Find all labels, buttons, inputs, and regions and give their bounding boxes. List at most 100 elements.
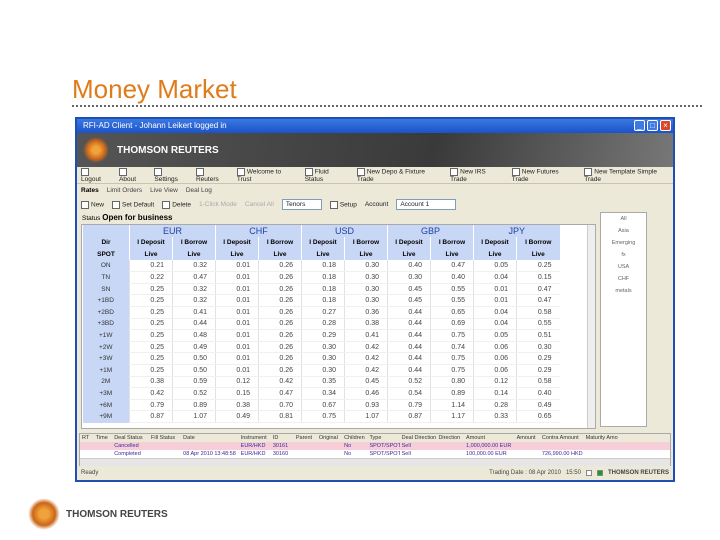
rate-cell[interactable]: 1.14 — [430, 399, 474, 412]
rate-cell[interactable]: 0.05 — [473, 260, 517, 273]
rate-cell[interactable]: 0.01 — [473, 283, 517, 296]
toolbar-button[interactable]: New Depo & Fixture Trade — [356, 167, 441, 183]
rate-cell[interactable]: 0.30 — [301, 341, 345, 354]
rate-cell[interactable]: 0.52 — [387, 376, 431, 389]
column-header[interactable]: ID — [271, 434, 294, 442]
deal-row[interactable]: Cancelled EUR/HKD 30161 No SPOT/SPOT Sell 1,00… — [80, 442, 670, 450]
close-button[interactable]: × — [660, 120, 671, 131]
column-header[interactable]: Deal Direction — [400, 434, 437, 442]
rate-cell[interactable]: 0.65 — [430, 306, 474, 319]
rate-cell[interactable]: 0.42 — [258, 376, 302, 389]
rate-cell[interactable]: 0.36 — [344, 306, 388, 319]
column-header[interactable]: Deal Status — [112, 434, 149, 442]
rate-cell[interactable]: 0.93 — [344, 399, 388, 412]
rate-cell[interactable]: 0.01 — [215, 364, 259, 377]
account-select[interactable]: Account 1 — [396, 199, 457, 210]
rate-cell[interactable]: 0.26 — [258, 283, 302, 296]
rate-cell[interactable]: 0.65 — [516, 410, 560, 423]
tab-deal-log[interactable]: Deal Log — [186, 187, 212, 194]
rate-cell[interactable]: 0.30 — [344, 283, 388, 296]
rate-cell[interactable]: 0.38 — [129, 376, 173, 389]
rate-cell[interactable]: 0.51 — [516, 329, 560, 342]
rate-cell[interactable]: 0.26 — [258, 306, 302, 319]
rate-cell[interactable]: 0.44 — [387, 341, 431, 354]
column-header[interactable]: RT — [80, 434, 94, 442]
rate-cell[interactable]: 0.06 — [473, 352, 517, 366]
rate-cell[interactable]: 0.47 — [172, 271, 216, 284]
rate-cell[interactable]: 1.07 — [344, 410, 388, 423]
rate-cell[interactable]: 0.15 — [516, 271, 560, 284]
rate-cell[interactable]: 0.26 — [258, 352, 302, 366]
rate-cell[interactable]: 0.01 — [215, 352, 259, 366]
rate-cell[interactable]: 0.87 — [387, 410, 431, 423]
rate-cell[interactable]: 0.26 — [258, 341, 302, 354]
rate-cell[interactable]: 0.27 — [301, 306, 345, 319]
rate-cell[interactable]: 0.89 — [172, 399, 216, 412]
grid-scrollbar[interactable] — [587, 225, 595, 428]
rate-cell[interactable]: 0.58 — [516, 376, 560, 389]
rate-cell[interactable]: 0.49 — [215, 410, 259, 423]
rate-cell[interactable]: 0.42 — [344, 352, 388, 366]
rate-cell[interactable]: 0.44 — [387, 364, 431, 377]
rate-cell[interactable]: 0.28 — [473, 399, 517, 412]
rate-cell[interactable]: 0.04 — [473, 306, 517, 319]
new-button[interactable]: New — [81, 200, 104, 209]
toolbar-button[interactable]: Fluid Status — [304, 167, 348, 183]
rate-cell[interactable]: 0.01 — [215, 318, 259, 331]
column-header[interactable]: Direction — [436, 434, 464, 442]
rate-cell[interactable]: 0.04 — [473, 271, 517, 284]
column-header[interactable]: Children — [342, 434, 367, 442]
rate-cell[interactable]: 1.07 — [172, 410, 216, 423]
rate-cell[interactable]: 0.25 — [129, 329, 173, 342]
rate-cell[interactable]: 0.42 — [344, 364, 388, 377]
toolbar-button[interactable]: Logout — [81, 167, 110, 183]
rate-cell[interactable]: 0.12 — [473, 376, 517, 389]
rate-cell[interactable]: 0.25 — [129, 318, 173, 331]
toolbar-button[interactable]: New Futures Trade — [511, 167, 576, 183]
click-mode-button[interactable]: 1-Click Mode — [199, 201, 237, 208]
watchlist-item[interactable]: All — [601, 213, 646, 225]
maximize-button[interactable]: □ — [647, 120, 658, 131]
rate-cell[interactable]: 0.18 — [301, 294, 345, 308]
column-header[interactable]: Time — [94, 434, 112, 442]
rate-cell[interactable]: 0.49 — [172, 341, 216, 354]
rate-cell[interactable]: 0.45 — [387, 294, 431, 308]
rate-cell[interactable]: 0.01 — [215, 283, 259, 296]
rate-cell[interactable]: 0.55 — [430, 294, 474, 308]
rate-cell[interactable]: 0.32 — [172, 294, 216, 308]
rate-cell[interactable]: 0.25 — [129, 364, 173, 377]
rate-cell[interactable]: 0.52 — [172, 387, 216, 400]
column-header[interactable]: Instrument — [239, 434, 271, 442]
rate-cell[interactable]: 0.32 — [172, 283, 216, 296]
rate-cell[interactable]: 0.29 — [516, 352, 560, 366]
rate-cell[interactable]: 0.25 — [129, 341, 173, 354]
rate-cell[interactable]: 0.18 — [301, 260, 345, 273]
rate-cell[interactable]: 0.26 — [258, 271, 302, 284]
watchlist-item[interactable]: fx — [601, 249, 646, 261]
rate-cell[interactable]: 0.75 — [430, 352, 474, 366]
rate-cell[interactable]: 0.25 — [516, 260, 560, 273]
delete-button[interactable]: Delete — [162, 200, 191, 209]
column-header[interactable]: Original — [317, 434, 342, 442]
rate-cell[interactable]: 0.30 — [301, 352, 345, 366]
rate-cell[interactable]: 0.44 — [387, 318, 431, 331]
tab-rates[interactable]: Rates — [81, 187, 99, 194]
rate-cell[interactable]: 0.44 — [387, 329, 431, 342]
rate-cell[interactable]: 0.25 — [129, 306, 173, 319]
rate-cell[interactable]: 0.21 — [129, 260, 173, 273]
rate-cell[interactable]: 0.01 — [215, 260, 259, 273]
rate-cell[interactable]: 0.50 — [172, 364, 216, 377]
rate-cell[interactable]: 0.50 — [172, 352, 216, 366]
rate-cell[interactable]: 0.70 — [258, 399, 302, 412]
setup-button[interactable]: Setup — [329, 200, 357, 209]
rate-cell[interactable]: 0.74 — [430, 341, 474, 354]
rate-cell[interactable]: 0.29 — [301, 329, 345, 342]
rate-cell[interactable]: 0.26 — [258, 260, 302, 273]
rate-cell[interactable]: 0.45 — [387, 283, 431, 296]
column-header[interactable]: Date — [181, 434, 239, 442]
rate-cell[interactable]: 0.01 — [215, 294, 259, 308]
rate-cell[interactable]: 0.26 — [258, 364, 302, 377]
rate-cell[interactable]: 0.18 — [301, 271, 345, 284]
column-header[interactable]: Maturity Amo — [584, 434, 619, 442]
tenor-select[interactable]: Tenors — [281, 199, 322, 210]
